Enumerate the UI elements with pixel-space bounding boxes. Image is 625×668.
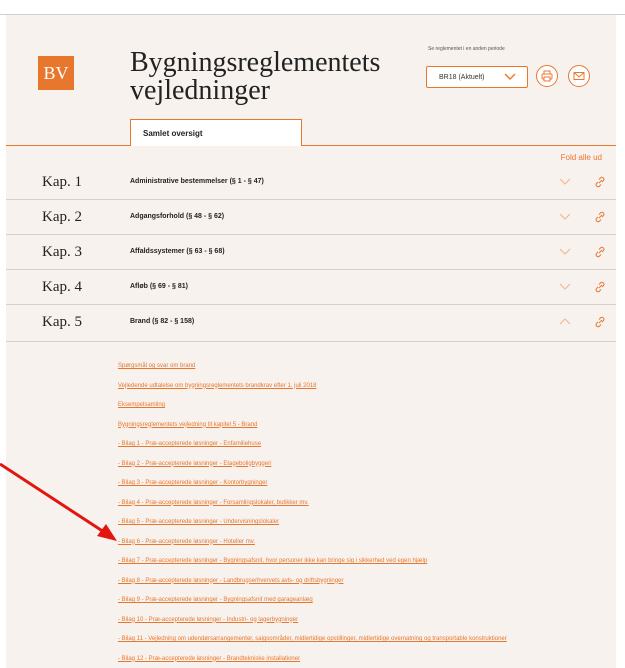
chapter-title[interactable]: Administrative bestemmelser (§ 1 - § 47) [130, 178, 264, 185]
chevron-down-icon[interactable] [558, 281, 572, 293]
chapter-row-expanded[interactable]: Kap. 5 Brand (§ 82 - § 158) [6, 305, 616, 342]
mail-button[interactable] [568, 65, 590, 87]
chevron-down-icon[interactable] [558, 211, 572, 223]
brand-link[interactable]: - Bilag 5 - Præ-accepterede løsninger - … [118, 519, 588, 526]
brand-link[interactable]: - Bilag 6 - Præ-accepterede løsninger - … [118, 539, 588, 546]
chapter-row[interactable]: Kap. 2 Adgangsforhold (§ 48 - § 62) [6, 200, 616, 235]
chevron-down-icon [504, 73, 516, 80]
chapter-row[interactable]: Kap. 4 Afløb (§ 69 - § 81) [6, 270, 616, 305]
brand-link[interactable]: - Bilag 7 - Præ-accepterede løsninger - … [118, 558, 588, 565]
link-icon[interactable] [594, 316, 606, 328]
chapter-title[interactable]: Brand (§ 82 - § 158) [130, 318, 194, 325]
chapter-number: Kap. 4 [42, 279, 82, 295]
chapter-number: Kap. 5 [42, 314, 82, 330]
fold-all-button[interactable]: Fold alle ud [561, 153, 602, 162]
period-select[interactable]: BR18 (Aktuelt) [426, 66, 528, 88]
chevron-down-icon[interactable] [558, 176, 572, 188]
brand-link[interactable]: - Bilag 10 - Præ-accepterede løsninger -… [118, 617, 588, 624]
brand-link[interactable]: - Bilag 8 - Præ-accepterede løsninger - … [118, 578, 588, 585]
brand-link[interactable]: Vejledende udtalelse om bygningsreglemen… [118, 383, 588, 390]
link-icon[interactable] [594, 176, 606, 188]
period-label: Se reglementet i en anden periode [428, 46, 505, 52]
brand-link[interactable]: - Bilag 3 - Præ-accepterede løsninger - … [118, 480, 588, 487]
brand-links-list: Spørgsmål og svar om brand Vejledende ud… [118, 363, 588, 668]
period-selected-value: BR18 (Aktuelt) [439, 73, 485, 81]
brand-link[interactable]: - Bilag 11 - Vejledning om udendørsarran… [118, 636, 588, 643]
chapter-row[interactable]: Kap. 1 Administrative bestemmelser (§ 1 … [6, 165, 616, 200]
brand-link[interactable]: Eksempelsamling [118, 402, 588, 409]
bv-logo[interactable]: BV [38, 56, 74, 90]
print-button[interactable] [536, 65, 558, 87]
page-title: Bygningsreglementets vejledninger [130, 47, 381, 106]
chapter-title[interactable]: Adgangsforhold (§ 48 - § 62) [130, 213, 224, 220]
mail-icon [573, 72, 585, 80]
printer-icon [541, 70, 553, 82]
chapter-title[interactable]: Afløb (§ 69 - § 81) [130, 283, 188, 290]
chapter-row[interactable]: Kap. 3 Affaldssystemer (§ 63 - § 68) [6, 235, 616, 270]
brand-link[interactable]: Bygningsreglementets vejledning til kapi… [118, 422, 588, 429]
link-icon[interactable] [594, 246, 606, 258]
chapter-number: Kap. 2 [42, 209, 82, 225]
chevron-up-icon[interactable] [558, 316, 572, 328]
chapter-title[interactable]: Affaldssystemer (§ 63 - § 68) [130, 248, 225, 255]
brand-link[interactable]: - Bilag 4 - Præ-accepterede løsninger - … [118, 500, 588, 507]
chapter-number: Kap. 1 [42, 174, 82, 190]
chevron-down-icon[interactable] [558, 246, 572, 258]
tab-bar-line [6, 145, 616, 146]
link-icon[interactable] [594, 281, 606, 293]
brand-link[interactable]: - Bilag 2 - Præ-accepterede løsninger - … [118, 461, 588, 468]
brand-link[interactable]: - Bilag 9 - Præ-accepterede løsninger - … [118, 597, 588, 604]
page-content: BV Bygningsreglementets vejledninger Se … [6, 15, 616, 668]
chapter-number: Kap. 3 [42, 244, 82, 260]
brand-link[interactable]: Spørgsmål og svar om brand [118, 363, 588, 370]
tab-samlet-oversigt[interactable]: Samlet oversigt [130, 119, 302, 146]
brand-link[interactable]: - Bilag 12 - Præ-accepterede løsninger -… [118, 656, 588, 663]
link-icon[interactable] [594, 211, 606, 223]
brand-link[interactable]: - Bilag 1 - Præ-accepterede løsninger - … [118, 441, 588, 448]
